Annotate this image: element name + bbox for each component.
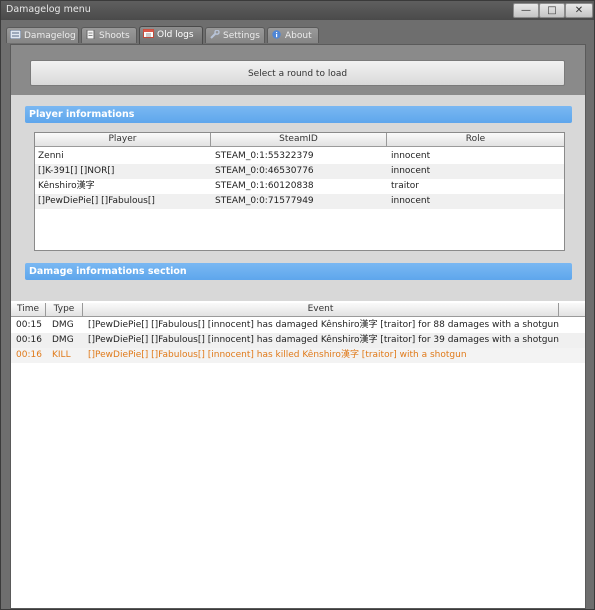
event-text: []PewDiePie[] []Fabulous[] [innocent] ha…	[88, 335, 559, 345]
player-steamid: STEAM_0:1:60120838	[215, 181, 314, 191]
window-title: Damagelog menu	[6, 4, 91, 15]
tab-damagelog[interactable]: Damagelog	[6, 27, 79, 43]
column-type[interactable]: Type	[46, 303, 83, 316]
damage-info-header: Damage informations section	[25, 263, 572, 280]
table-row[interactable]: Zenni STEAM_0:1:55322379 innocent	[35, 149, 564, 164]
calendar-icon	[143, 29, 154, 38]
table-row[interactable]: 00:16 KILL []PewDiePie[] []Fabulous[] [i…	[11, 348, 585, 363]
tab-label: Settings	[223, 31, 260, 41]
list-icon	[10, 30, 21, 39]
tab-about[interactable]: About	[267, 27, 319, 43]
document-icon	[86, 30, 95, 39]
info-icon	[272, 30, 281, 39]
player-steamid: STEAM_0:0:46530776	[215, 166, 314, 176]
tab-label: Shoots	[99, 31, 130, 41]
tab-old-logs[interactable]: Old logs	[139, 26, 203, 44]
tab-label: Damagelog	[24, 31, 76, 41]
tab-settings[interactable]: Settings	[205, 27, 265, 43]
event-type: DMG	[52, 320, 74, 330]
tab-label: About	[285, 31, 312, 41]
player-steamid: STEAM_0:1:55322379	[215, 151, 314, 161]
select-round-button[interactable]: Select a round to load	[30, 60, 565, 86]
maximize-button[interactable]: □	[539, 3, 565, 18]
column-role[interactable]: Role	[387, 133, 564, 146]
event-type: KILL	[52, 350, 71, 360]
old-logs-panel: Select a round to load Player informatio…	[10, 44, 586, 609]
table-row[interactable]: 00:15 DMG []PewDiePie[] []Fabulous[] [in…	[11, 318, 585, 333]
player-info-header: Player informations	[25, 106, 572, 123]
minimize-button[interactable]: —	[513, 3, 539, 18]
column-steamid[interactable]: SteamID	[211, 133, 387, 146]
player-name: []K-391[] []NOR[]	[38, 166, 115, 176]
damagelog-window: Damagelog menu — □ ✕ Damagelog Shoots Ol…	[0, 0, 595, 610]
player-name: []PewDiePie[] []Fabulous[]	[38, 196, 155, 206]
event-time: 00:16	[16, 350, 42, 360]
player-role: innocent	[391, 166, 431, 176]
event-type: DMG	[52, 335, 74, 345]
event-text: []PewDiePie[] []Fabulous[] [innocent] ha…	[88, 350, 467, 360]
event-time: 00:15	[16, 320, 42, 330]
event-time: 00:16	[16, 335, 42, 345]
column-event[interactable]: Event	[83, 303, 559, 316]
wrench-icon	[210, 30, 220, 39]
player-role: innocent	[391, 196, 431, 206]
table-row[interactable]: []PewDiePie[] []Fabulous[] STEAM_0:0:715…	[35, 194, 564, 209]
player-steamid: STEAM_0:0:71577949	[215, 196, 314, 206]
column-player[interactable]: Player	[35, 133, 211, 146]
close-button[interactable]: ✕	[565, 3, 593, 18]
tab-shoots[interactable]: Shoots	[81, 27, 137, 43]
table-row[interactable]: 00:16 DMG []PewDiePie[] []Fabulous[] [in…	[11, 333, 585, 348]
player-role: traitor	[391, 181, 419, 191]
table-row[interactable]: []K-391[] []NOR[] STEAM_0:0:46530776 inn…	[35, 164, 564, 179]
column-spacer	[559, 303, 585, 316]
damage-list-header: Time Type Event	[11, 303, 585, 317]
tab-bar: Damagelog Shoots Old logs Settings About	[6, 26, 591, 44]
round-info-area: Select a round to load Player informatio…	[11, 45, 585, 301]
player-list[interactable]: Player SteamID Role Zenni STEAM_0:1:5532…	[34, 132, 565, 251]
player-name: Zenni	[38, 151, 64, 161]
column-time[interactable]: Time	[11, 303, 46, 316]
player-name: Kênshiro漢字	[38, 181, 95, 191]
tab-label: Old logs	[157, 30, 194, 40]
event-text: []PewDiePie[] []Fabulous[] [innocent] ha…	[88, 320, 559, 330]
title-bar[interactable]: Damagelog menu — □ ✕	[1, 1, 594, 20]
table-row[interactable]: Kênshiro漢字 STEAM_0:1:60120838 traitor	[35, 179, 564, 194]
player-role: innocent	[391, 151, 431, 161]
damage-log-list[interactable]: Time Type Event 00:15 DMG []PewDiePie[] …	[11, 301, 585, 608]
player-list-header: Player SteamID Role	[35, 133, 564, 147]
